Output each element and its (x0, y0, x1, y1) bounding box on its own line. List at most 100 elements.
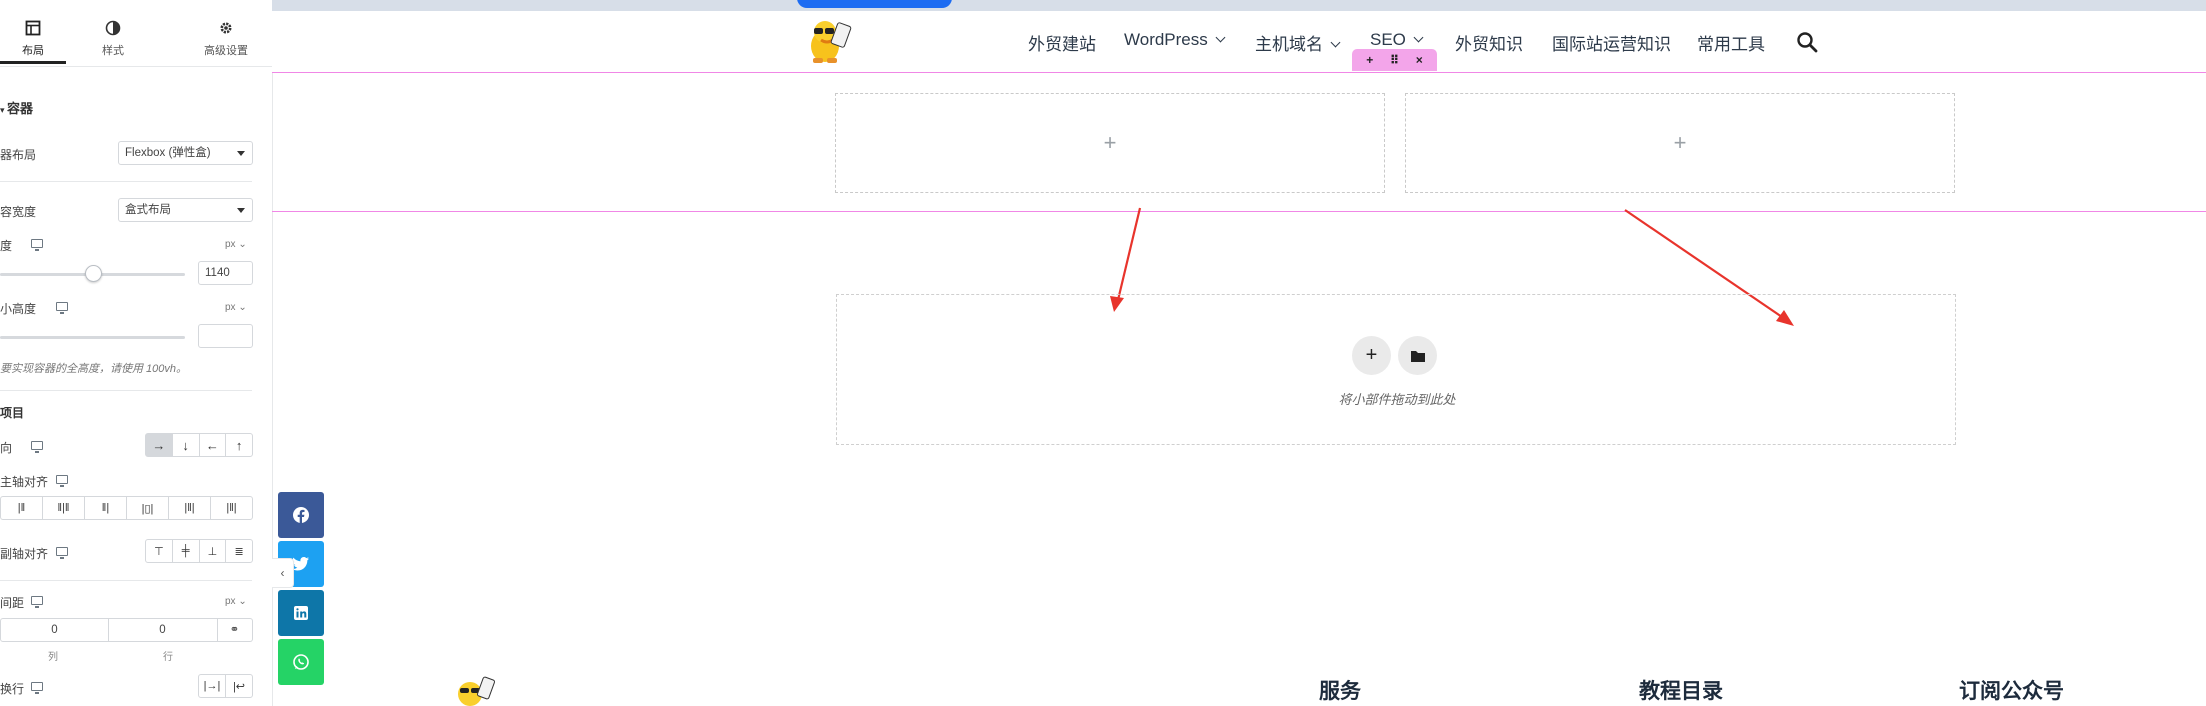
align-center-icon: ╪ (181, 545, 190, 557)
full-height-hint: 要实现容器的全高度，请使用 100vh。 (0, 363, 188, 375)
direction-row-reverse-button[interactable]: ← (200, 434, 227, 456)
justify-buttons: |ǁ ǁ|ǁ ǁ| |▯| |ǁ| |‖| (0, 496, 253, 520)
direction-row-button[interactable]: → (146, 434, 173, 456)
divider (0, 580, 252, 581)
search-icon[interactable] (1796, 31, 1818, 53)
no-wrap-icon: |→| (203, 680, 221, 692)
desktop-icon[interactable] (56, 475, 68, 487)
align-center-button[interactable]: ╪ (173, 540, 200, 562)
section-heading[interactable]: ▾ 容器 (0, 98, 33, 117)
site-logo[interactable] (807, 16, 853, 66)
tab-advanced[interactable]: 高级设置 (180, 0, 272, 64)
gap-row-caption: 行 (163, 652, 173, 663)
desktop-icon[interactable] (31, 596, 43, 608)
arrow-left (1116, 207, 1142, 301)
facebook-share-button[interactable] (278, 492, 324, 538)
justify-start-icon: |ǁ (17, 502, 26, 514)
add-widget-icon: + (1103, 130, 1117, 155)
min-height-slider[interactable] (0, 336, 185, 339)
desktop-icon[interactable] (31, 441, 43, 453)
nav-item-site-building[interactable]: 外贸建站 (1028, 30, 1096, 55)
gap-unit[interactable]: px ⌄ (225, 596, 247, 607)
tab-style-label: 样式 (102, 45, 124, 57)
nav-item-intl-operations[interactable]: 国际站运营知识 (1552, 30, 1671, 55)
folder-icon (1410, 350, 1425, 362)
justify-evenly-icon: |‖| (226, 502, 237, 514)
nav-item-hosting-domain[interactable]: 主机域名 (1255, 30, 1341, 55)
justify-end-icon: ǁ| (101, 502, 110, 514)
chevron-down-icon (1413, 32, 1424, 43)
align-start-icon: ⊤ (154, 545, 164, 558)
nav-item-trade-knowledge[interactable]: 外贸知识 (1455, 30, 1523, 55)
tab-layout[interactable]: 布局 (0, 0, 66, 64)
no-wrap-button[interactable]: |→| (199, 675, 226, 697)
link-values-button[interactable]: ⚭ (217, 618, 253, 642)
justify-end-button[interactable]: ǁ| (85, 497, 127, 519)
footer-subscribe-title: 订阅公众号 (1959, 680, 2064, 703)
wrap-buttons: |→| |↩ (198, 674, 253, 698)
width-unit[interactable]: px ⌄ (225, 239, 247, 250)
empty-column-right[interactable]: + (1405, 93, 1955, 193)
chevron-left-icon: ‹ (280, 566, 285, 580)
direction-buttons: → ↓ ← ↑ (145, 433, 253, 457)
admin-bar (272, 0, 2206, 11)
justify-start-button[interactable]: |ǁ (1, 497, 43, 519)
align-start-button[interactable]: ⊤ (146, 540, 173, 562)
items-heading: 项目 (0, 406, 25, 420)
template-library-button[interactable] (1398, 336, 1437, 375)
width-input[interactable]: 1140 (198, 261, 253, 285)
justify-center-button[interactable]: ǁ|ǁ (43, 497, 85, 519)
width-slider-handle[interactable] (84, 265, 102, 282)
nav-item-seo[interactable]: SEO (1370, 30, 1424, 50)
align-end-icon: ⊥ (207, 545, 218, 558)
desktop-icon[interactable] (56, 302, 68, 314)
caret-down-icon (237, 208, 245, 213)
justify-evenly-button[interactable]: |‖| (211, 497, 252, 519)
drag-handle-icon[interactable]: ⠿ (1390, 53, 1399, 67)
chevron-down-icon (1215, 32, 1226, 43)
align-stretch-button[interactable]: ≣ (226, 540, 252, 562)
nav-item-tools[interactable]: 常用工具 (1697, 30, 1765, 55)
content-width-select[interactable]: 盒式布局 (118, 198, 253, 222)
container-layout-select[interactable]: Flexbox (弹性盒) (118, 141, 253, 165)
top-blue-button[interactable] (797, 0, 952, 8)
panel-collapse-button[interactable]: ‹ (272, 558, 294, 588)
add-widget-icon: + (1673, 130, 1687, 155)
empty-column-left[interactable]: + (835, 93, 1385, 193)
min-height-input[interactable] (198, 324, 253, 348)
drop-zone-hint: 将小部件拖动到此处 (1338, 392, 1456, 407)
whatsapp-icon (293, 654, 309, 670)
twitter-icon (292, 557, 309, 571)
tab-style[interactable]: 样式 (78, 0, 148, 64)
section-handle: + ⠿ × (1352, 49, 1437, 71)
justify-between-button[interactable]: |▯| (127, 497, 169, 519)
align-buttons: ⊤ ╪ ⊥ ≣ (145, 539, 253, 563)
add-section-button[interactable]: + (1366, 53, 1373, 67)
justify-around-button[interactable]: |ǁ| (169, 497, 211, 519)
desktop-icon[interactable] (31, 682, 43, 694)
facebook-icon (293, 507, 309, 523)
widget-drop-zone[interactable]: + 将小部件拖动到此处 (836, 294, 1956, 445)
min-height-unit[interactable]: px ⌄ (225, 302, 247, 313)
justify-center-icon: ǁ|ǁ (57, 502, 70, 514)
desktop-icon[interactable] (56, 547, 68, 559)
align-label: 副轴对齐 (0, 547, 49, 561)
direction-column-button[interactable]: ↓ (173, 434, 200, 456)
align-end-button[interactable]: ⊥ (200, 540, 227, 562)
desktop-icon[interactable] (31, 239, 43, 251)
add-container-button[interactable]: + (1352, 336, 1391, 375)
chevron-down-icon (1330, 37, 1341, 48)
whatsapp-share-button[interactable] (278, 639, 324, 685)
linkedin-share-button[interactable] (278, 590, 324, 636)
gap-row-input[interactable]: 0 (108, 618, 218, 642)
width-label: 度 (0, 239, 13, 253)
delete-section-button[interactable]: × (1416, 53, 1423, 67)
gear-icon (220, 22, 232, 34)
gap-column-input[interactable]: 0 (0, 618, 109, 642)
wrap-button[interactable]: |↩ (226, 675, 252, 697)
container-layout-label: 器布局 (0, 148, 37, 162)
content-width-label: 容宽度 (0, 205, 37, 219)
nav-item-wordpress[interactable]: WordPress (1124, 30, 1226, 50)
footer-services-title: 服务 (1319, 680, 1361, 703)
direction-column-reverse-button[interactable]: ↑ (226, 434, 252, 456)
